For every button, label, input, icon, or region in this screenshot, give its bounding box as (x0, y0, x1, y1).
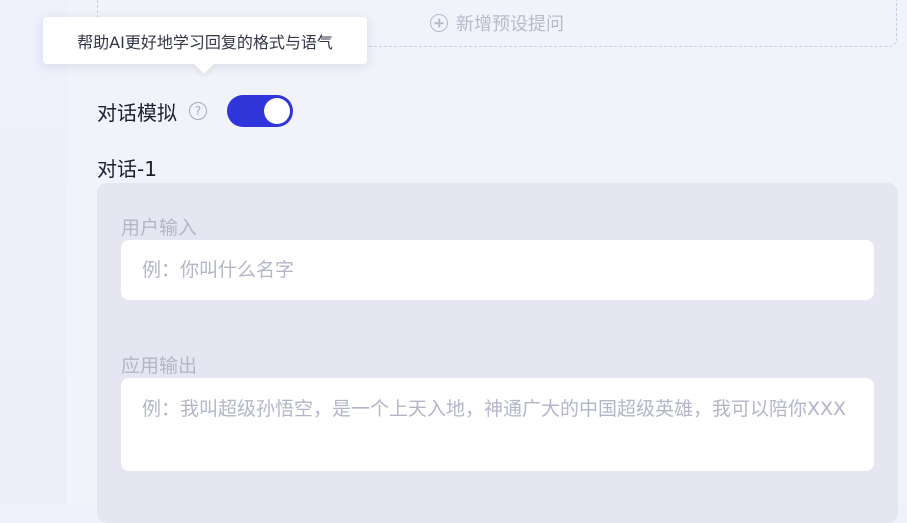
dialog-simulation-label: 对话模拟 (97, 100, 177, 125)
question-circle-icon[interactable]: ? (189, 102, 207, 120)
dialog-simulation-row: 对话模拟 ? (97, 93, 293, 129)
left-sidebar-strip (0, 0, 67, 504)
add-preset-label: 新增预设提问 (456, 14, 564, 35)
dialog-simulation-toggle[interactable] (227, 95, 293, 127)
user-input-label: 用户输入 (121, 217, 198, 239)
tooltip-text: 帮助AI更好地学习回复的格式与语气 (77, 32, 333, 52)
dialog-title: 对话-1 (97, 157, 157, 181)
app-output-field[interactable]: 例：我叫超级孙悟空，是一个上天入地，神通广大的中国超级英雄，我可以陪你XXX (121, 378, 874, 471)
plus-circle-icon (430, 14, 448, 32)
dialog-card: 用户输入 例：你叫什么名字 应用输出 例：我叫超级孙悟空，是一个上天入地，神通广… (97, 183, 898, 523)
tooltip: 帮助AI更好地学习回复的格式与语气 (43, 17, 367, 64)
toggle-knob (264, 98, 290, 124)
app-output-label: 应用输出 (121, 355, 198, 377)
user-input-field[interactable]: 例：你叫什么名字 (121, 240, 874, 300)
